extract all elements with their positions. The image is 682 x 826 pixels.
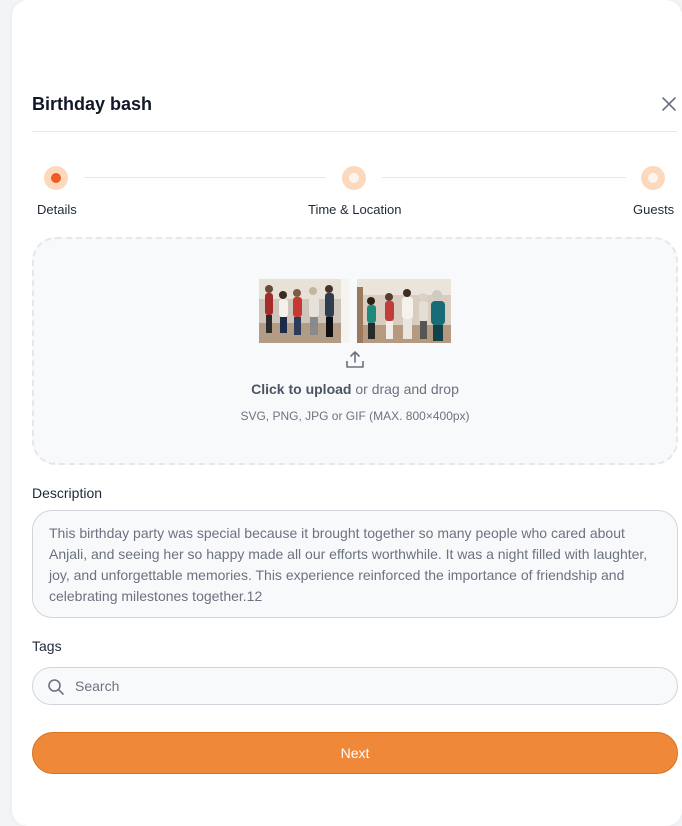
upload-format-hint: SVG, PNG, JPG or GIF (MAX. 800×400px) — [240, 409, 470, 423]
step-2-indicator[interactable] — [342, 166, 366, 190]
upload-instruction: Click to upload or drag and drop — [34, 381, 676, 397]
upload-dropzone[interactable]: Click to upload or drag and drop SVG, PN… — [32, 237, 678, 465]
step-connector — [84, 177, 326, 178]
step-2-inner — [349, 173, 359, 183]
tags-search-input[interactable] — [75, 668, 663, 704]
close-button[interactable] — [661, 96, 677, 112]
upload-instruction-rest: or drag and drop — [351, 381, 459, 397]
party-photo-1 — [259, 279, 349, 343]
step-3-label[interactable]: Guests — [633, 202, 674, 217]
step-3-inner — [648, 173, 658, 183]
next-button[interactable]: Next — [32, 732, 678, 774]
party-photo-2 — [357, 279, 451, 343]
tags-label: Tags — [32, 638, 62, 654]
description-textarea[interactable]: This birthday party was special because … — [32, 510, 678, 618]
step-connector — [382, 177, 626, 178]
step-1-label[interactable]: Details — [37, 202, 77, 217]
step-2-label[interactable]: Time & Location — [308, 202, 401, 217]
close-icon — [662, 97, 676, 111]
description-label: Description — [32, 485, 103, 501]
step-1-inner — [51, 173, 61, 183]
upload-icon — [346, 351, 364, 368]
photo-preview — [259, 279, 451, 343]
step-1-indicator[interactable] — [44, 166, 68, 190]
tags-search-field[interactable] — [32, 667, 678, 705]
stepper: Details Time & Location Guests — [32, 164, 677, 224]
upload-cta-link[interactable]: Click to upload — [251, 381, 351, 397]
dialog: Birthday bash Details Time & Location Gu… — [12, 0, 682, 826]
dialog-title: Birthday bash — [32, 94, 153, 114]
dialog-header: Birthday bash — [32, 72, 677, 132]
step-3-indicator[interactable] — [641, 166, 665, 190]
search-icon — [48, 679, 64, 695]
